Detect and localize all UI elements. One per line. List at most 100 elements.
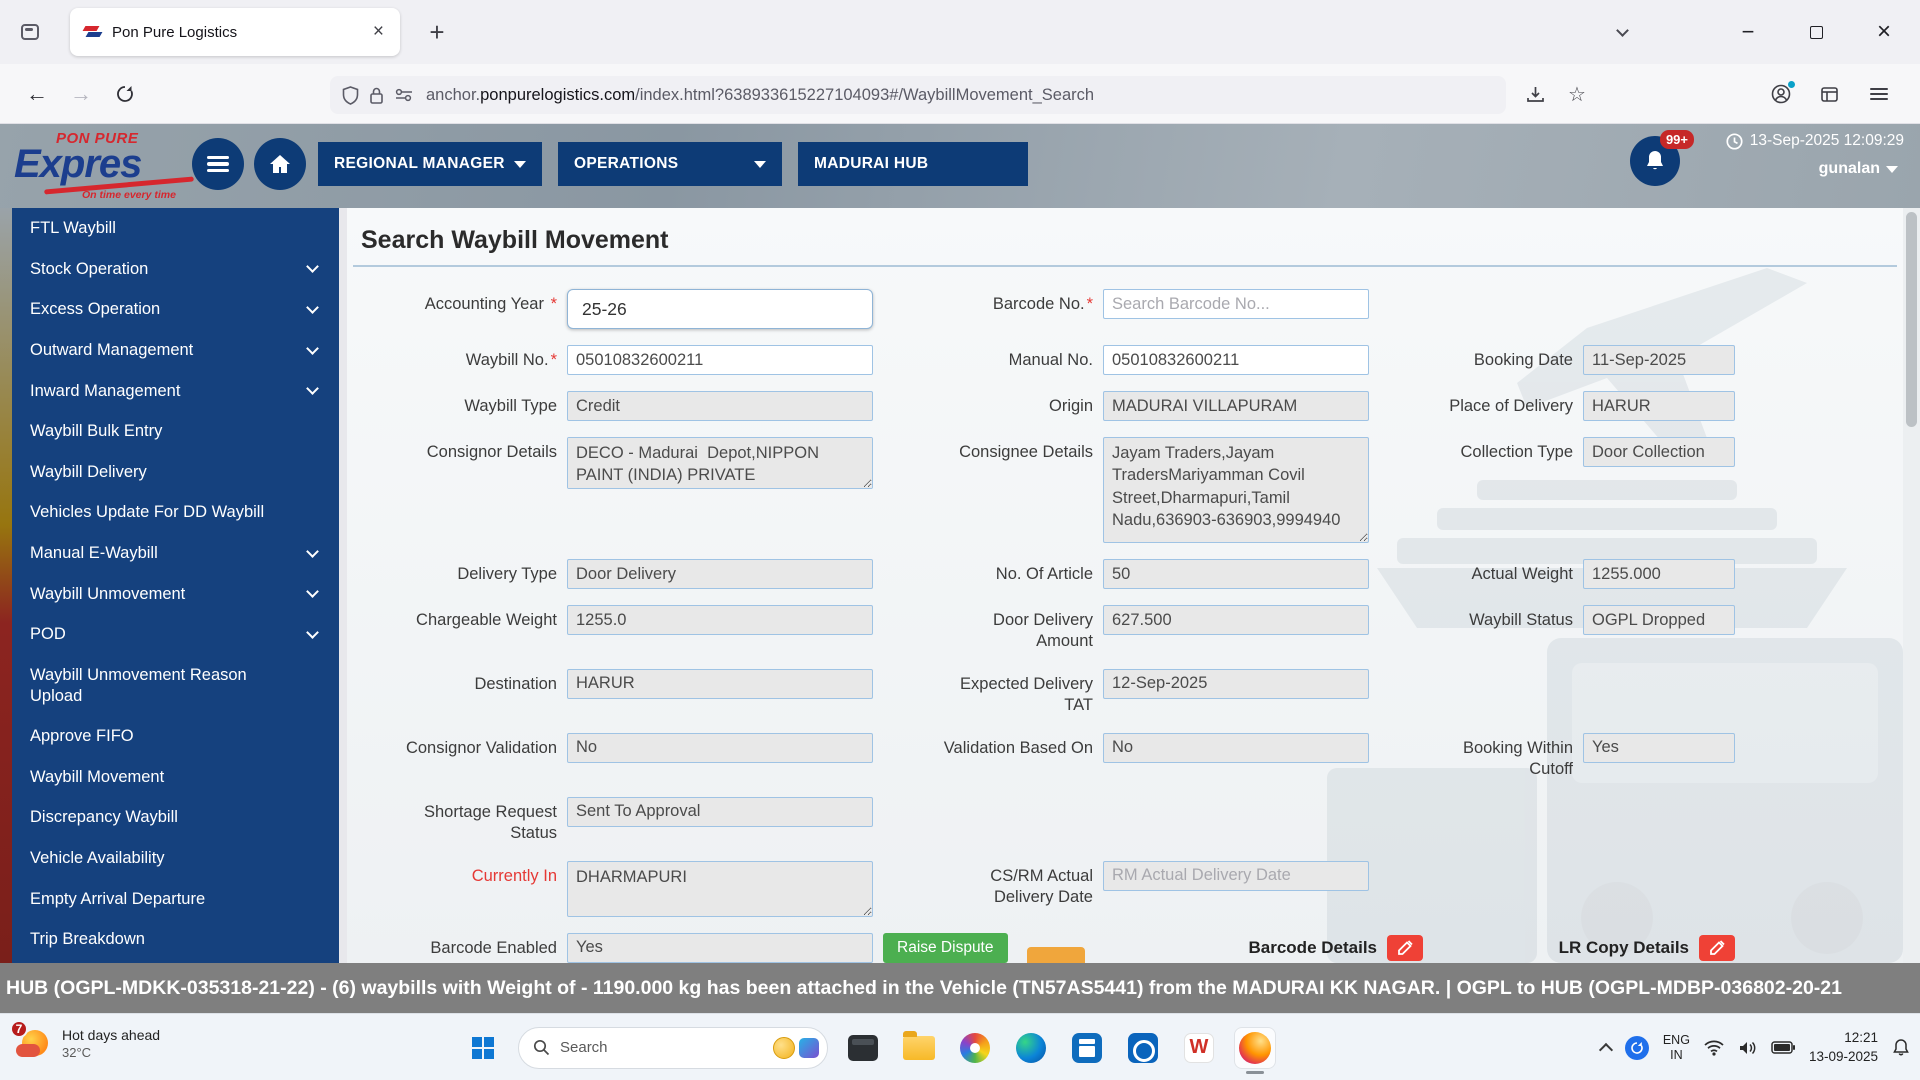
taskbar-search[interactable]: Search: [518, 1027, 828, 1069]
user-menu[interactable]: gunalan: [1819, 160, 1898, 178]
sidebar-item[interactable]: Approve FIFO: [12, 716, 339, 757]
tab-close-icon[interactable]: ×: [367, 21, 390, 43]
sidebar-item[interactable]: Waybill Delivery: [12, 452, 339, 493]
sidebar-item[interactable]: Excess Operation: [12, 289, 339, 330]
search-highlight-icon[interactable]: [799, 1038, 819, 1058]
permissions-icon[interactable]: [394, 88, 414, 102]
sidebar-item-label: Stock Operation: [30, 259, 308, 280]
language-indicator[interactable]: ENGIN: [1663, 1033, 1690, 1063]
booking-within-cutoff-input[interactable]: [1583, 733, 1735, 763]
taskbar-firefox-active[interactable]: [1234, 1027, 1276, 1069]
origin-input[interactable]: [1103, 391, 1369, 421]
taskbar-store[interactable]: [1066, 1027, 1108, 1069]
page-scrollbar[interactable]: [1903, 208, 1920, 963]
browser-tab[interactable]: Pon Pure Logistics ×: [70, 8, 400, 56]
partially-hidden-button[interactable]: [1027, 947, 1085, 963]
notification-badge: 99+: [1660, 130, 1694, 149]
place-of-delivery-input[interactable]: [1583, 391, 1735, 421]
taskbar-app-window[interactable]: [842, 1027, 884, 1069]
waybill-type-input[interactable]: [567, 391, 873, 421]
consignor-details-textarea[interactable]: DECO - Madurai Depot,NIPPON PAINT (INDIA…: [567, 437, 873, 489]
window-close-button[interactable]: ×: [1856, 0, 1912, 64]
app-menu-toggle-button[interactable]: [192, 138, 244, 190]
delivery-type-input[interactable]: [567, 559, 873, 589]
consignor-validation-input[interactable]: [567, 733, 873, 763]
library-icon[interactable]: [1812, 78, 1846, 110]
sidebar-item[interactable]: Waybill Bulk Entry: [12, 411, 339, 452]
wifi-icon[interactable]: [1704, 1040, 1724, 1056]
sync-icon[interactable]: [1625, 1036, 1649, 1060]
booking-date-input[interactable]: [1583, 345, 1735, 375]
bookmark-star-icon[interactable]: ☆: [1560, 78, 1594, 110]
waybill-status-input[interactable]: [1583, 605, 1735, 635]
accounting-year-select[interactable]: 25-26: [567, 289, 873, 329]
menu-icon[interactable]: [1862, 78, 1896, 110]
sidebar-item[interactable]: Outward Management: [12, 330, 339, 371]
sidebar-item[interactable]: Discrepancy Waybill: [12, 797, 339, 838]
sidebar-item[interactable]: Vehicle Availability: [12, 838, 339, 879]
destination-input[interactable]: [567, 669, 873, 699]
firefox-view-icon[interactable]: [12, 14, 48, 50]
sidebar-item[interactable]: Waybill Movement: [12, 757, 339, 798]
sidebar-item[interactable]: POD: [12, 614, 339, 655]
manual-no-input[interactable]: [1103, 345, 1369, 375]
hub-button[interactable]: MADURAI HUB: [798, 142, 1028, 186]
barcode-details-edit-button[interactable]: [1387, 935, 1423, 961]
tab-list-chevron-icon[interactable]: [1618, 22, 1630, 34]
start-button[interactable]: [462, 1027, 504, 1069]
sidebar-item[interactable]: Empty Arrival Departure: [12, 879, 339, 920]
account-icon[interactable]: [1764, 78, 1798, 110]
notification-bell-icon[interactable]: [1892, 1038, 1910, 1057]
cs-rm-actual-delivery-date-input[interactable]: [1103, 861, 1369, 891]
sidebar-item[interactable]: FTL Waybill: [12, 208, 339, 249]
door-delivery-amount-input[interactable]: [1103, 605, 1369, 635]
search-highlight-icon[interactable]: [773, 1037, 795, 1059]
forward-button[interactable]: →: [62, 76, 100, 112]
taskbar-photos[interactable]: [954, 1027, 996, 1069]
scrollbar-thumb[interactable]: [1906, 212, 1917, 427]
battery-icon[interactable]: [1771, 1041, 1795, 1054]
volume-icon[interactable]: [1738, 1040, 1757, 1056]
barcode-enabled-input[interactable]: [567, 933, 873, 963]
actual-weight-input[interactable]: [1583, 559, 1735, 589]
shortage-request-status-input[interactable]: [567, 797, 873, 827]
window-maximize-button[interactable]: [1788, 0, 1844, 64]
reload-button[interactable]: [106, 76, 144, 112]
sidebar-item[interactable]: Stock Operation: [12, 249, 339, 290]
taskbar-outlook[interactable]: [1122, 1027, 1164, 1069]
chargeable-weight-input[interactable]: [567, 605, 873, 635]
collection-type-input[interactable]: [1583, 437, 1735, 467]
new-tab-button[interactable]: +: [420, 16, 454, 50]
waybill-no-input[interactable]: [567, 345, 873, 375]
hamburger-icon: [207, 156, 229, 172]
expected-delivery-tat-input[interactable]: [1103, 669, 1369, 699]
sidebar-item[interactable]: Waybill Unmovement Reason Upload: [12, 655, 339, 716]
validation-based-on-input[interactable]: [1103, 733, 1369, 763]
back-button[interactable]: ←: [18, 76, 56, 112]
lr-copy-details-edit-button[interactable]: [1699, 935, 1735, 961]
taskbar-clock[interactable]: 12:2113-09-2025: [1809, 1029, 1878, 1065]
sidebar-item[interactable]: Waybill Unmovement: [12, 574, 339, 615]
taskbar-w-app[interactable]: W: [1178, 1027, 1220, 1069]
consignee-details-textarea[interactable]: Jayam Traders,Jayam TradersMariyamman Co…: [1103, 437, 1369, 543]
currently-in-textarea[interactable]: DHARMAPURI: [567, 861, 873, 917]
sidebar-item[interactable]: Vehicles Update For DD Waybill: [12, 492, 339, 533]
tray-chevron-up-icon[interactable]: [1599, 1043, 1613, 1057]
weather-widget[interactable]: 7 Hot days ahead 32°C: [14, 1024, 160, 1062]
sidebar-item[interactable]: Trip Breakdown: [12, 919, 339, 960]
sidebar-item-label: Vehicles Update For DD Waybill: [30, 502, 308, 523]
home-button[interactable]: [254, 138, 306, 190]
sidebar-item[interactable]: Manual E-Waybill: [12, 533, 339, 574]
notifications-button[interactable]: 99+: [1630, 136, 1680, 186]
window-minimize-button[interactable]: −: [1720, 0, 1776, 64]
module-dropdown[interactable]: OPERATIONS: [558, 142, 782, 186]
role-dropdown[interactable]: REGIONAL MANAGER: [318, 142, 542, 186]
barcode-no-input[interactable]: [1103, 289, 1369, 319]
no-of-article-input[interactable]: [1103, 559, 1369, 589]
taskbar-edge[interactable]: [1010, 1027, 1052, 1069]
taskbar-file-explorer[interactable]: [898, 1027, 940, 1069]
sidebar-item[interactable]: Inward Management: [12, 371, 339, 412]
raise-dispute-button[interactable]: Raise Dispute: [883, 933, 1008, 963]
url-bar[interactable]: anchor.ponpurelogistics.com/index.html?6…: [330, 76, 1506, 114]
save-page-icon[interactable]: [1518, 78, 1552, 110]
